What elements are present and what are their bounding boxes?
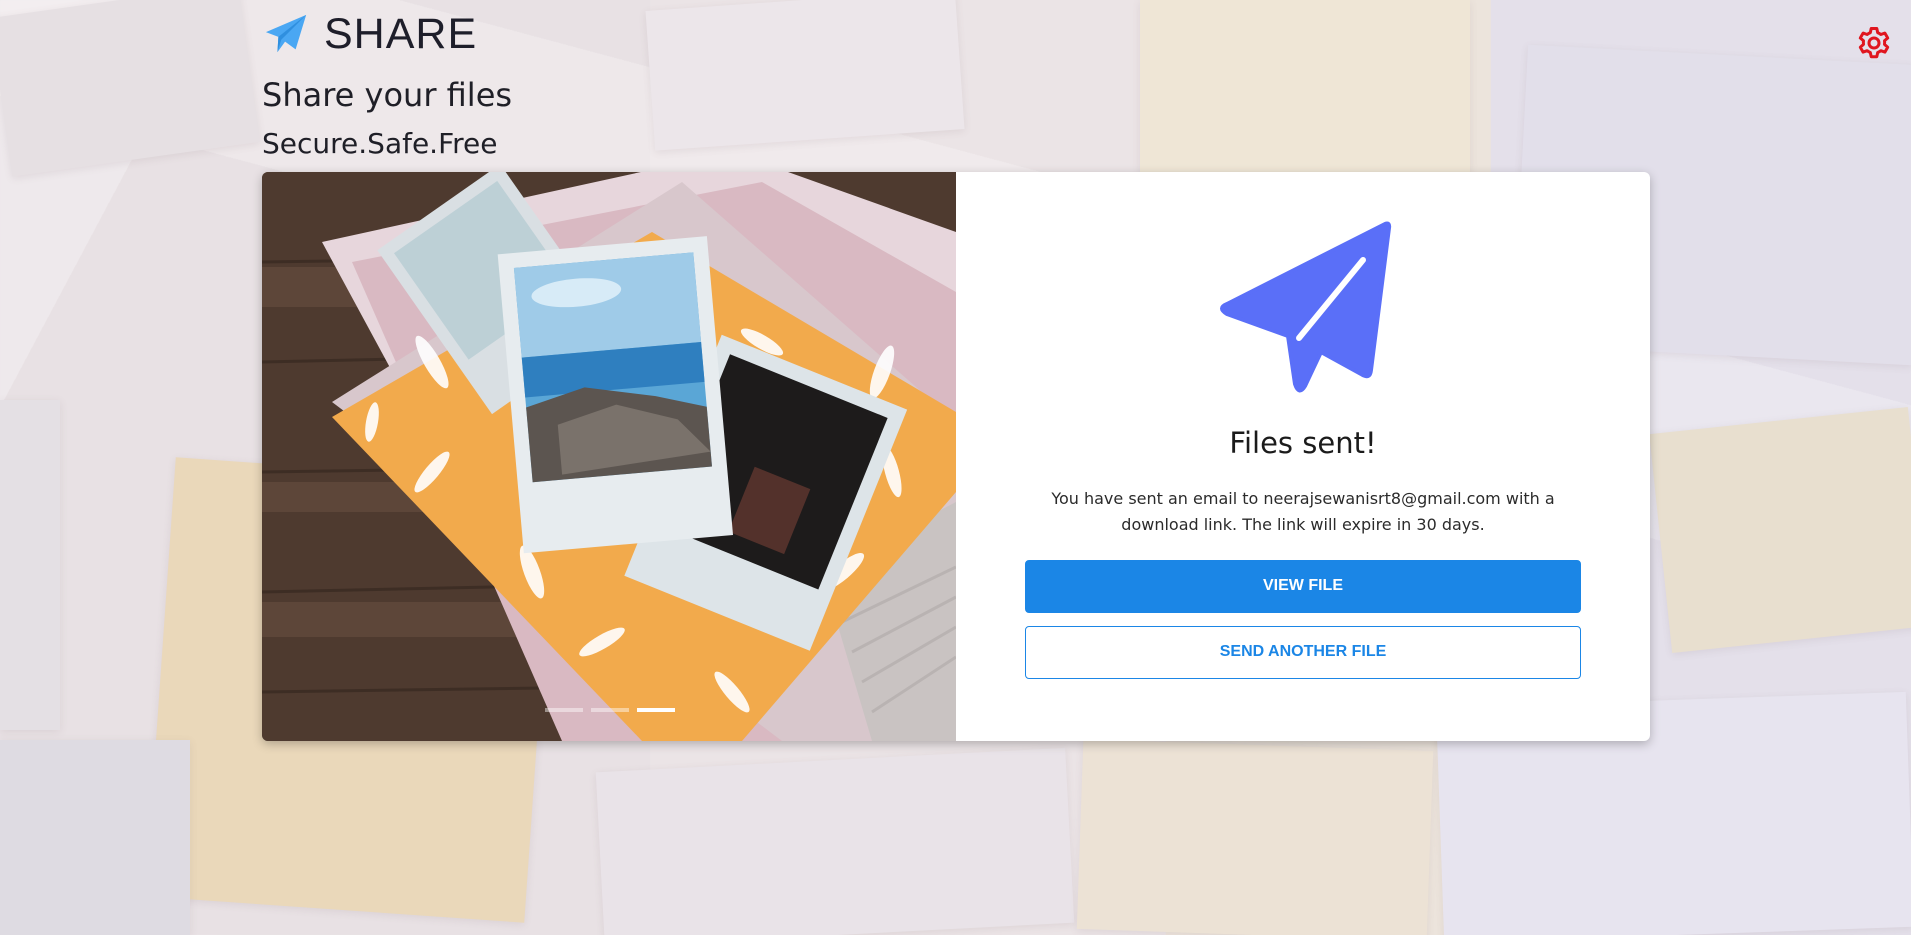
tagline: Share your files bbox=[262, 76, 513, 114]
result-title: Files sent! bbox=[1229, 426, 1377, 460]
carousel-indicator-1[interactable] bbox=[545, 708, 583, 712]
bg-envelope bbox=[1649, 407, 1911, 653]
image-carousel[interactable] bbox=[262, 172, 956, 741]
result-panel: Files sent! You have sent an email to ne… bbox=[956, 172, 1650, 741]
gear-icon bbox=[1858, 27, 1890, 59]
bg-envelope bbox=[1140, 0, 1470, 175]
bg-envelope bbox=[0, 740, 190, 935]
bg-envelope bbox=[0, 0, 260, 177]
view-file-button[interactable]: VIEW FILE bbox=[1025, 559, 1581, 613]
send-another-file-button[interactable]: SEND ANOTHER FILE bbox=[1025, 625, 1581, 679]
bg-envelope bbox=[1076, 738, 1434, 935]
bg-envelope bbox=[0, 400, 60, 730]
brand-name: SHARE bbox=[324, 9, 478, 58]
bg-envelope bbox=[595, 747, 1075, 935]
share-result-card: Files sent! You have sent an email to ne… bbox=[262, 172, 1650, 741]
paper-plane-icon bbox=[1220, 221, 1392, 393]
brand[interactable]: SHARE bbox=[264, 6, 477, 62]
carousel-indicators bbox=[545, 708, 675, 712]
settings-button[interactable] bbox=[1853, 22, 1895, 64]
paper-plane-icon bbox=[265, 14, 307, 53]
result-message: You have sent an email to neerajsewanisr… bbox=[1051, 488, 1555, 534]
subtagline: Secure.Safe.Free bbox=[262, 127, 498, 160]
carousel-indicator-3[interactable] bbox=[637, 708, 675, 712]
carousel-image bbox=[262, 172, 956, 741]
carousel-indicator-2[interactable] bbox=[591, 708, 629, 712]
bg-envelope bbox=[645, 0, 965, 151]
